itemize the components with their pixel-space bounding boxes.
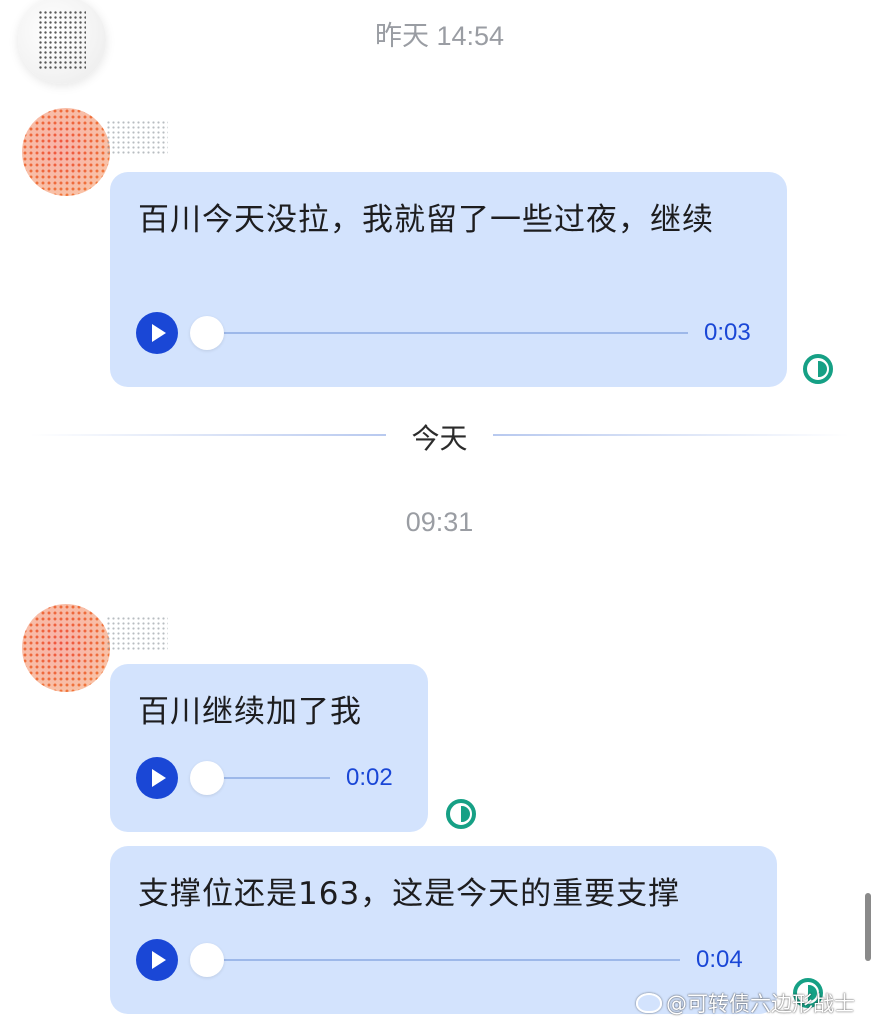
timestamp: 昨天 14:54: [374, 21, 505, 51]
weibo-icon: [636, 993, 662, 1013]
play-icon[interactable]: [136, 312, 178, 354]
voice-player: 0:03: [136, 312, 751, 354]
voice-message-bubble[interactable]: 百川今天没拉，我就留了一些过夜，继续 0:03: [110, 172, 787, 387]
scrollbar[interactable]: [865, 893, 871, 961]
voice-player: 0:04: [136, 939, 743, 981]
progress-line: [200, 332, 688, 334]
voice-progress-track[interactable]: [190, 943, 680, 977]
progress-knob[interactable]: [190, 316, 224, 350]
timestamp: 09:31: [405, 507, 474, 537]
voice-duration: 0:04: [696, 946, 743, 973]
play-icon[interactable]: [136, 939, 178, 981]
divider-line: [30, 434, 386, 436]
date-divider: 今天: [411, 422, 468, 455]
progress-line: [200, 959, 680, 961]
read-status-icon: [803, 354, 833, 384]
sender-badge: [106, 120, 168, 154]
watermark: @可转债六边形战士: [636, 988, 855, 1018]
sender-avatar[interactable]: [22, 604, 110, 692]
voice-message-bubble[interactable]: 百川继续加了我 0:02: [110, 664, 428, 832]
voice-duration: 0:02: [346, 764, 393, 791]
voice-player: 0:02: [136, 757, 393, 799]
voice-transcript: 百川继续加了我: [138, 694, 362, 730]
progress-knob[interactable]: [190, 761, 224, 795]
voice-progress-track[interactable]: [190, 316, 688, 350]
play-icon[interactable]: [136, 757, 178, 799]
watermark-text: @可转债六边形战士: [666, 992, 855, 1016]
sender-avatar[interactable]: [22, 108, 110, 196]
divider-line: [493, 434, 849, 436]
voice-progress-track[interactable]: [190, 761, 330, 795]
voice-transcript: 支撑位还是163，这是今天的重要支撑: [138, 876, 681, 912]
sender-badge: [106, 616, 168, 650]
progress-knob[interactable]: [190, 943, 224, 977]
voice-duration: 0:03: [704, 319, 751, 346]
read-status-icon: [446, 799, 476, 829]
voice-transcript: 百川今天没拉，我就留了一些过夜，继续: [138, 202, 714, 238]
